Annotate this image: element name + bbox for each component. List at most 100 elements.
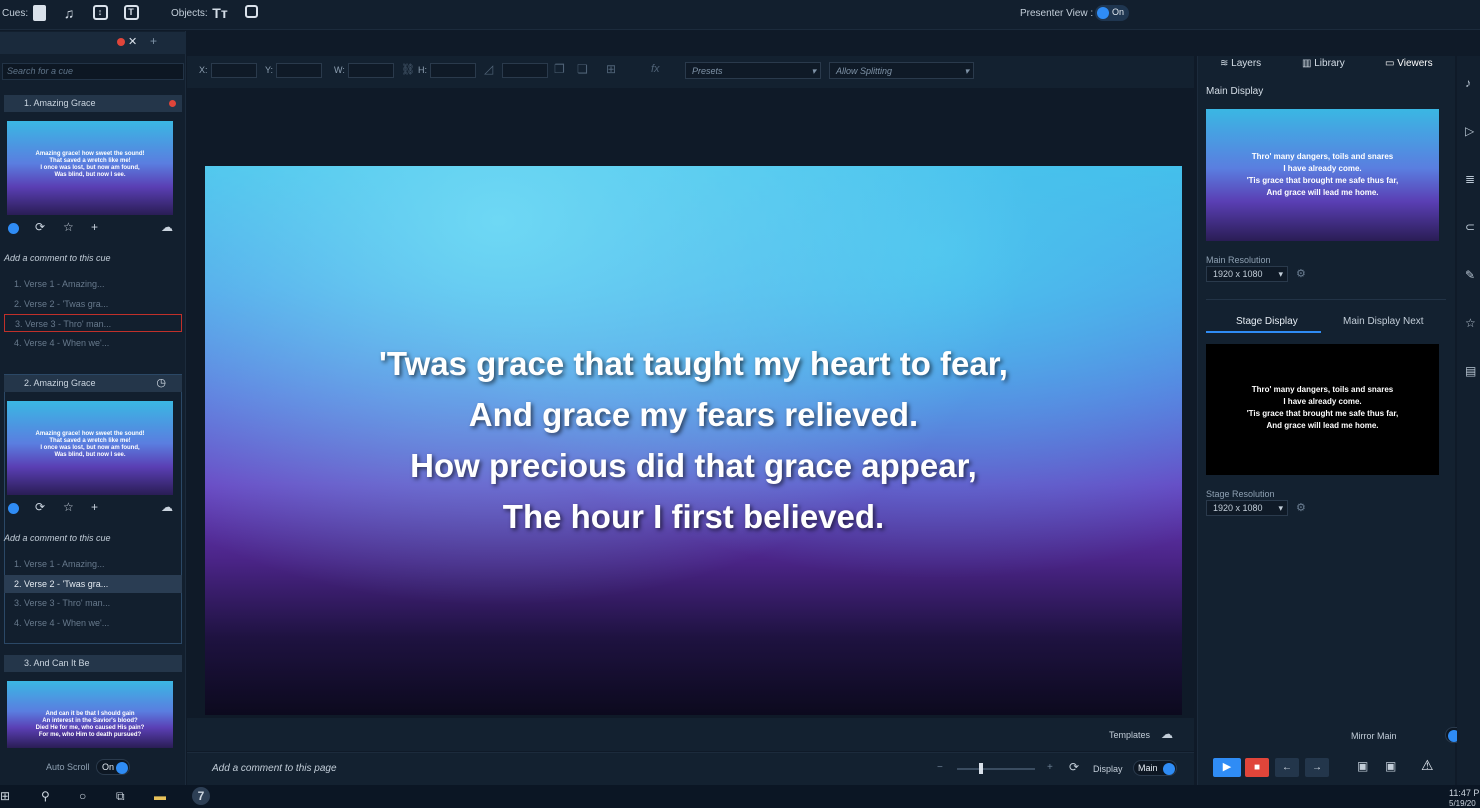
refresh-icon[interactable]: ⟳	[1069, 760, 1079, 774]
cortana-icon[interactable]: ○	[79, 789, 86, 803]
stage-resolution-label: Stage Resolution	[1206, 489, 1275, 499]
cue-header[interactable]: 3. And Can It Be	[4, 655, 182, 672]
rotation-field[interactable]	[502, 63, 548, 78]
clipboard-icon[interactable]: ▤	[1465, 364, 1476, 378]
align-icon[interactable]: ⊞	[606, 62, 616, 76]
stop-button[interactable]: ■	[1245, 758, 1269, 777]
insert-cue-icon[interactable]: ↕	[91, 4, 109, 22]
auto-scroll-toggle[interactable]: On	[96, 759, 130, 775]
cue-header[interactable]: 2. Amazing Grace ◷	[4, 375, 182, 392]
presets-dropdown[interactable]: Presets ▾	[685, 62, 821, 79]
page-comment[interactable]: Add a comment to this page	[212, 763, 337, 774]
copy-object-icon[interactable]	[242, 4, 260, 22]
link-icon[interactable]: ⛓	[401, 63, 415, 76]
slide-list-item[interactable]: 4. Verse 4 - When we'...	[4, 334, 182, 352]
cue-search-input[interactable]: Search for a cue	[2, 63, 184, 80]
status-dot-icon[interactable]	[8, 223, 19, 234]
tab-main-display-next[interactable]: Main Display Next	[1343, 316, 1424, 327]
music-note-icon[interactable]: ♫	[60, 4, 78, 22]
main-display-title: Main Display	[1206, 86, 1264, 97]
slide-lyrics[interactable]: 'Twas grace that taught my heart to fear…	[205, 338, 1182, 542]
music-icon[interactable]: ♪	[1465, 76, 1471, 90]
page-bottom-bar: Add a comment to this page − + ⟳ Display…	[187, 752, 1194, 785]
stage-display-preview[interactable]: Thro' many dangers, toils and snares I ha…	[1206, 344, 1439, 475]
bring-forward-icon[interactable]: ❐	[554, 62, 565, 76]
task-view-icon[interactable]: ⧉	[116, 789, 125, 804]
star-icon[interactable]: ☆	[1465, 316, 1476, 330]
tab-layers[interactable]: ≋ Layers	[1220, 58, 1261, 74]
cloud-icon[interactable]: ☁	[161, 220, 173, 234]
slide-list-item[interactable]: 1. Verse 1 - Amazing...	[4, 275, 182, 293]
status-dot-icon[interactable]	[8, 503, 19, 514]
windows-start-icon[interactable]: ⊞	[0, 789, 10, 803]
h-label: H:	[418, 65, 427, 75]
settings-gear-icon[interactable]: ⚙	[1296, 267, 1306, 280]
cloud-icon[interactable]: ☁	[1161, 727, 1173, 741]
add-tab-icon[interactable]: +	[150, 34, 157, 48]
text-object-icon[interactable]: Tт	[211, 4, 229, 22]
add-icon[interactable]: +	[91, 500, 98, 514]
splitting-dropdown[interactable]: Allow Splitting ▾	[829, 62, 974, 79]
templates-label[interactable]: Templates	[1109, 730, 1150, 740]
play-button[interactable]: ▶	[1213, 758, 1241, 777]
main-resolution-select[interactable]: 1920 x 1080 ▾	[1206, 266, 1288, 282]
zoom-in-icon[interactable]: +	[1047, 762, 1053, 773]
main-resolution-label: Main Resolution	[1206, 255, 1271, 265]
main-monitor-icon[interactable]: ▣	[1357, 759, 1368, 773]
stage-resolution-select[interactable]: 1920 x 1080 ▾	[1206, 500, 1288, 516]
presenter-view-toggle[interactable]: On	[1095, 5, 1129, 21]
slide-list-item[interactable]: 3. Verse 3 - Thro' man...	[4, 594, 182, 612]
width-field[interactable]	[348, 63, 394, 78]
cue-tab-strip: ✕ +	[0, 32, 186, 54]
x-field[interactable]	[211, 63, 257, 78]
previous-button[interactable]: ←	[1275, 758, 1299, 777]
search-icon[interactable]: ⚲	[41, 789, 50, 803]
y-field[interactable]	[276, 63, 322, 78]
tab-stage-display[interactable]: Stage Display	[1236, 316, 1298, 327]
cue-comment[interactable]: Add a comment to this cue	[4, 253, 111, 263]
cue-header[interactable]: 1. Amazing Grace	[4, 95, 182, 112]
cue-thumbnail[interactable]: Amazing grace! how sweet the sound! That …	[7, 401, 173, 495]
clock-icon[interactable]: ◷	[156, 375, 166, 392]
tab-library[interactable]: ▥ Library	[1302, 58, 1345, 74]
next-button[interactable]: →	[1305, 758, 1329, 777]
slide-list-item-active[interactable]: 2. Verse 2 - 'Twas gra...	[4, 575, 182, 593]
tab-viewers[interactable]: ▭ Viewers	[1385, 58, 1433, 74]
text-cue-icon[interactable]: T	[122, 4, 140, 22]
cue-thumbnail[interactable]: And can it be that I should gain An inter…	[7, 681, 173, 748]
refresh-icon[interactable]: ⟳	[35, 500, 45, 514]
slide-list-item[interactable]: 3. Verse 3 - Thro' man...	[4, 314, 182, 332]
add-icon[interactable]: +	[91, 220, 98, 234]
display-selector[interactable]: Main	[1133, 760, 1177, 776]
star-icon[interactable]: ☆	[63, 220, 74, 234]
fx-icon[interactable]: fx	[651, 63, 660, 75]
play-icon[interactable]: ▷	[1465, 124, 1474, 138]
slide-canvas[interactable]: 'Twas grace that taught my heart to fear…	[205, 166, 1182, 715]
file-explorer-icon[interactable]: ▬	[154, 789, 166, 803]
height-field[interactable]	[430, 63, 476, 78]
refresh-icon[interactable]: ⟳	[35, 220, 45, 234]
zoom-slider[interactable]	[957, 763, 1035, 774]
app-icon[interactable]: 7	[192, 787, 210, 805]
cloud-icon[interactable]: ☁	[161, 500, 173, 514]
star-icon[interactable]: ☆	[63, 500, 74, 514]
slide-list-item[interactable]: 1. Verse 1 - Amazing...	[4, 555, 182, 573]
playlist-icon[interactable]: ≣	[1465, 172, 1475, 186]
new-document-icon[interactable]	[30, 4, 48, 22]
main-display-preview[interactable]: Thro' many dangers, toils and snares I ha…	[1206, 109, 1439, 241]
slide-list-item[interactable]: 2. Verse 2 - 'Twas gra...	[4, 295, 182, 313]
cue-comment[interactable]: Add a comment to this cue	[4, 533, 111, 543]
slide-list-item[interactable]: 4. Verse 4 - When we'...	[4, 614, 182, 632]
link-icon[interactable]: ⊂	[1465, 220, 1475, 234]
send-backward-icon[interactable]: ❏	[577, 62, 588, 76]
settings-gear-icon[interactable]: ⚙	[1296, 501, 1306, 514]
rotate-icon[interactable]: ◿	[484, 62, 493, 76]
cue-thumbnail[interactable]: Amazing grace! how sweet the sound! That …	[7, 121, 173, 215]
y-label: Y:	[265, 65, 274, 75]
stage-monitor-icon[interactable]: ▣	[1385, 759, 1396, 773]
live-indicator-icon	[169, 100, 176, 107]
zoom-out-icon[interactable]: −	[937, 762, 943, 773]
warning-icon[interactable]: ⚠	[1421, 757, 1434, 774]
tools-icon[interactable]: ✎	[1465, 268, 1475, 282]
close-tab-icon[interactable]: ✕	[128, 35, 137, 48]
